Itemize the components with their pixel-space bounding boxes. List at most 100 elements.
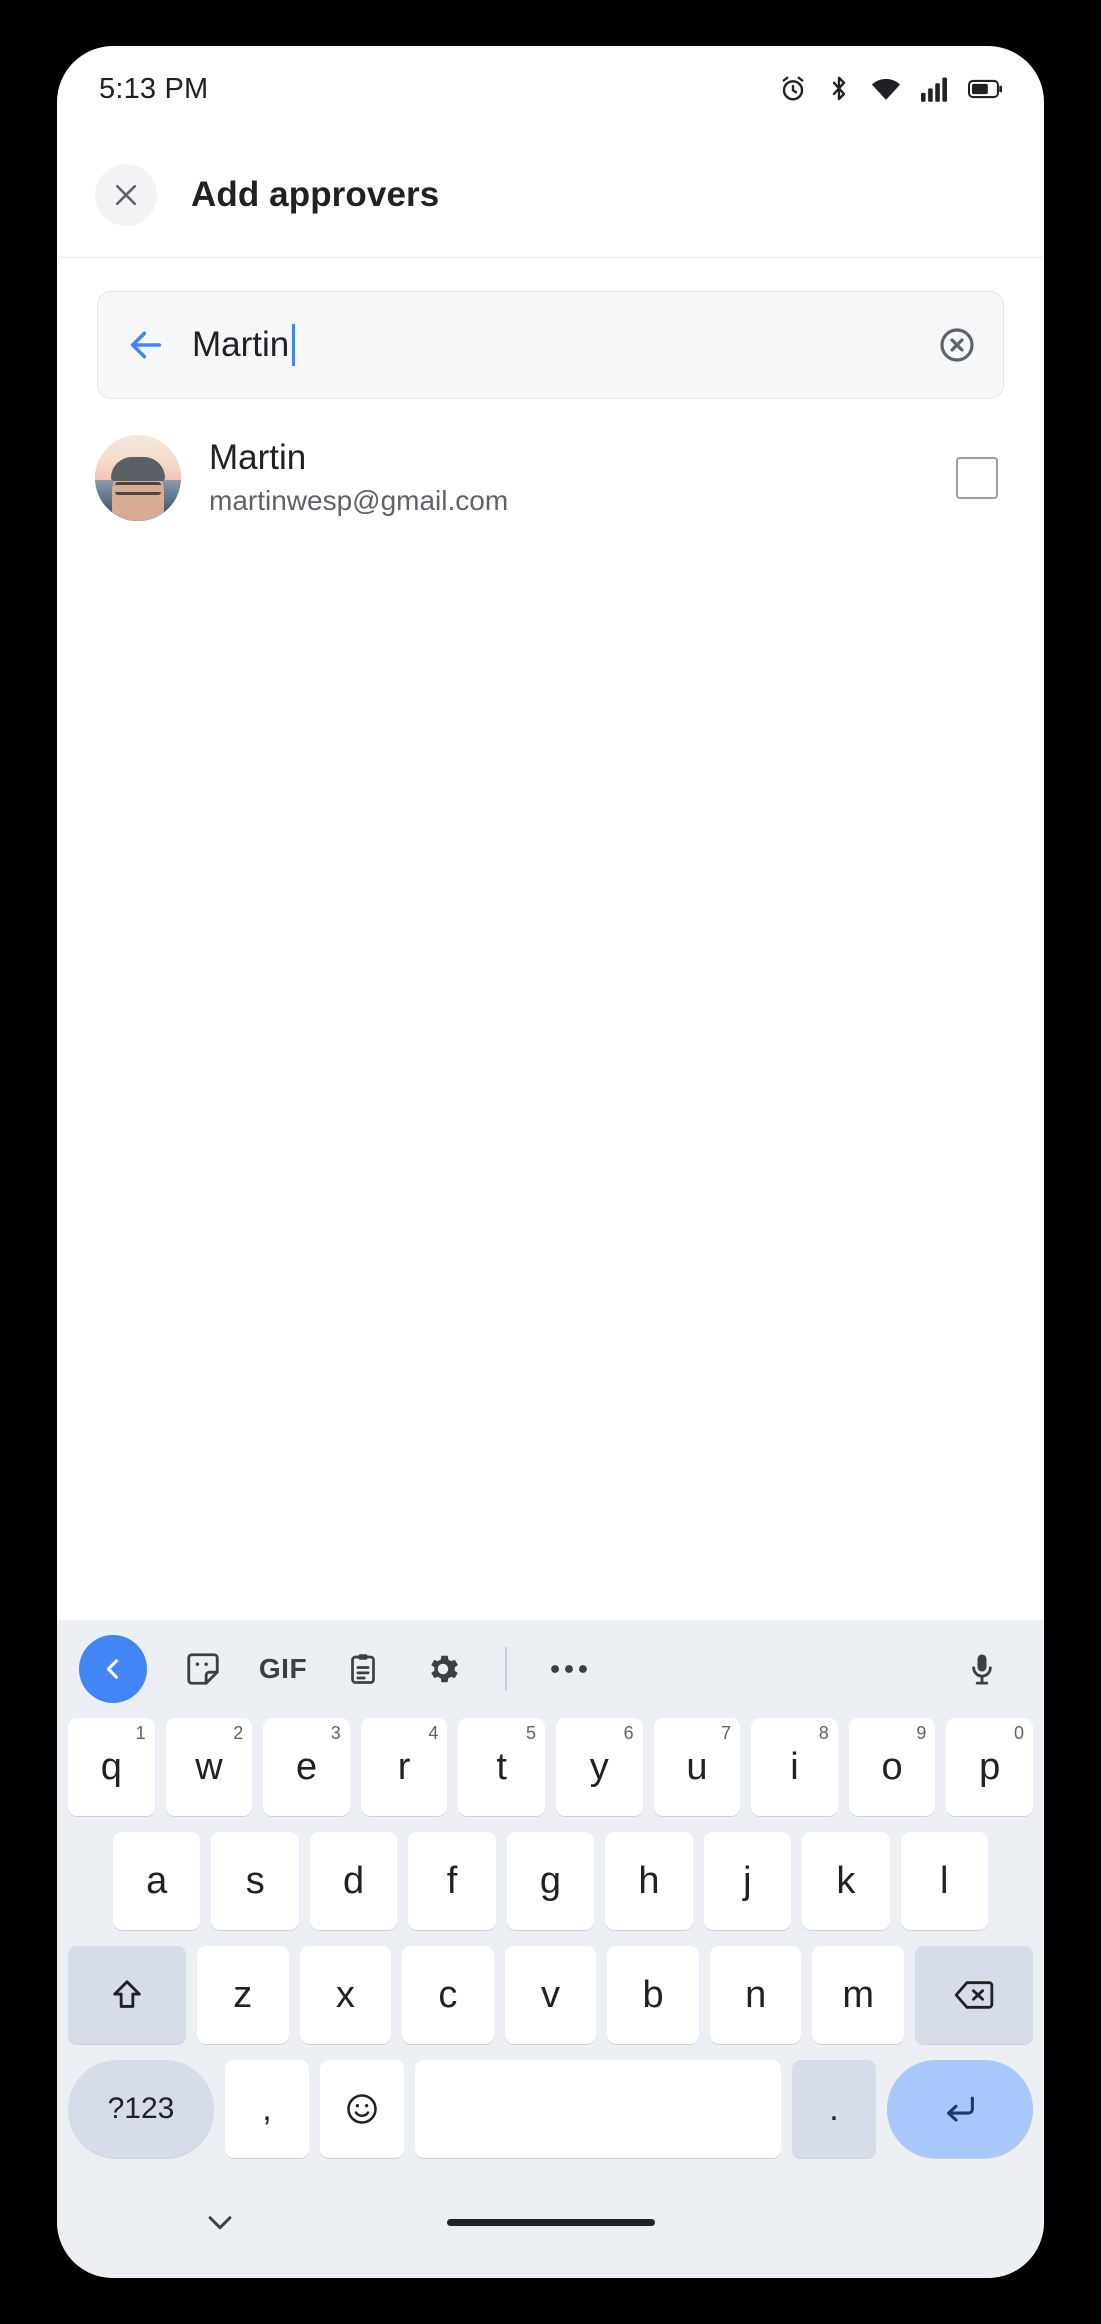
key-label: r	[397, 1745, 411, 1788]
key-label: i	[790, 1745, 799, 1788]
backspace-key[interactable]	[915, 1946, 1034, 2044]
key-label: t	[496, 1745, 507, 1788]
search-section: Martin	[57, 258, 1044, 399]
key-label: e	[295, 1745, 318, 1788]
key-p[interactable]: 0p	[946, 1718, 1033, 1816]
key-e[interactable]: 3e	[263, 1718, 350, 1816]
key-label: u	[686, 1745, 708, 1788]
keyboard-row-4: ?123 , .	[57, 2060, 1044, 2158]
home-indicator[interactable]	[446, 2218, 655, 2226]
keyboard: GIF 1 q 2 w 3 e 4 r 5 t 6 y 7 u 8 i 9 o …	[57, 1620, 1044, 2278]
toolbar-voice-button[interactable]	[942, 1651, 1022, 1687]
gear-icon	[431, 1655, 458, 1683]
clipboard-icon	[351, 1654, 375, 1684]
page-title: Add approvers	[191, 174, 440, 214]
keyboard-row-3: z x c v b n m	[57, 1946, 1044, 2044]
key-a[interactable]: a	[113, 1832, 201, 1930]
shift-up-icon	[113, 1980, 141, 2008]
period-key[interactable]: .	[792, 2060, 876, 2158]
key-c[interactable]: c	[402, 1946, 494, 2044]
key-t[interactable]: 5t	[458, 1718, 545, 1816]
key-o[interactable]: 9o	[848, 1718, 936, 1816]
chevron-left-icon	[106, 1659, 119, 1679]
key-label: q	[100, 1745, 122, 1788]
key-b[interactable]: b	[607, 1946, 699, 2044]
text-caret	[292, 324, 296, 366]
close-icon	[115, 184, 137, 205]
symbols-key[interactable]: ?123	[68, 2060, 214, 2158]
keyboard-toolbar: GIF	[57, 1620, 1044, 1718]
enter-key[interactable]	[887, 2060, 1033, 2158]
key-i[interactable]: 8i	[751, 1718, 838, 1816]
arrow-left-icon[interactable]	[126, 325, 166, 365]
key-y[interactable]: 6y	[556, 1718, 643, 1816]
toolbar-gif-button[interactable]: GIF	[243, 1653, 323, 1685]
more-horizontal-icon	[551, 1665, 587, 1673]
toolbar-clipboard-button[interactable]	[323, 1651, 403, 1687]
contact-checkbox[interactable]	[956, 457, 998, 499]
key-hint: 7	[721, 1723, 732, 1743]
key-hint: 9	[916, 1723, 927, 1743]
key-x[interactable]: x	[299, 1946, 392, 2044]
shift-key[interactable]	[67, 1946, 186, 2044]
contact-email: martinwesp@gmail.com	[209, 485, 509, 517]
key-h[interactable]: h	[605, 1832, 693, 1930]
key-f[interactable]: f	[408, 1832, 496, 1930]
toolbar-divider	[505, 1647, 507, 1691]
results-list: Martin martinwesp@gmail.com	[57, 399, 1044, 1620]
contact-name: Martin	[209, 438, 307, 478]
space-key[interactable]	[415, 2060, 781, 2158]
search-input[interactable]: Martin	[192, 324, 911, 366]
status-icons	[778, 74, 1002, 104]
status-time: 5:13 PM	[99, 72, 209, 105]
key-label: y	[589, 1745, 609, 1788]
search-field[interactable]: Martin	[97, 291, 1004, 399]
key-hint: 4	[428, 1723, 439, 1743]
chevron-down-icon	[208, 2216, 232, 2230]
phone-screen: 5:13 PM Add approvers Martin Martin mart…	[57, 46, 1044, 2278]
key-k[interactable]: k	[802, 1832, 890, 1930]
key-label: p	[979, 1745, 1001, 1788]
key-hint: 0	[1013, 1723, 1024, 1743]
close-button[interactable]	[95, 163, 157, 226]
key-hint: 2	[233, 1723, 244, 1743]
app-bar: Add approvers	[57, 132, 1044, 258]
keyboard-row-2: a s d f g h j k l	[57, 1832, 1044, 1930]
key-q[interactable]: 1q	[68, 1718, 155, 1816]
key-s[interactable]: s	[211, 1832, 299, 1930]
key-g[interactable]: g	[506, 1832, 595, 1930]
toolbar-sticker-button[interactable]	[163, 1650, 243, 1688]
keyboard-row-1: 1q 2w 3e 4r 5t 6y 7u 8i 9o 0p	[57, 1718, 1044, 1816]
toolbar-more-button[interactable]	[529, 1663, 609, 1675]
comma-key[interactable]: ,	[225, 2060, 309, 2158]
key-j[interactable]: j	[703, 1832, 792, 1930]
key-hint: 1	[135, 1723, 146, 1743]
emoji-key[interactable]	[320, 2060, 404, 2158]
hide-keyboard-button[interactable]	[203, 2205, 237, 2239]
search-input-value: Martin	[192, 325, 290, 364]
backspace-icon	[954, 1981, 994, 2009]
key-u[interactable]: 7u	[653, 1718, 741, 1816]
key-w[interactable]: 2w	[165, 1718, 253, 1816]
key-v[interactable]: v	[504, 1946, 597, 2044]
key-l[interactable]: l	[900, 1832, 988, 1930]
list-item[interactable]: Martin martinwesp@gmail.com	[57, 419, 1044, 537]
bluetooth-icon	[827, 74, 851, 104]
keyboard-bottom-bar	[57, 2174, 1044, 2270]
clear-circle-icon[interactable]	[937, 325, 977, 365]
sticker-icon	[187, 1653, 219, 1685]
toolbar-back-button[interactable]	[79, 1635, 147, 1703]
key-d[interactable]: d	[309, 1832, 398, 1930]
battery-icon	[968, 76, 1002, 102]
key-r[interactable]: 4r	[360, 1718, 448, 1816]
status-bar: 5:13 PM	[57, 46, 1044, 132]
key-hint: 8	[818, 1723, 829, 1743]
key-z[interactable]: z	[196, 1946, 289, 2044]
key-hint: 6	[623, 1723, 634, 1743]
key-m[interactable]: m	[812, 1946, 905, 2044]
toolbar-settings-button[interactable]	[403, 1650, 483, 1688]
emoji-smiley-icon	[347, 2094, 377, 2124]
wifi-icon	[870, 74, 902, 104]
key-n[interactable]: n	[709, 1946, 802, 2044]
avatar	[95, 435, 181, 521]
